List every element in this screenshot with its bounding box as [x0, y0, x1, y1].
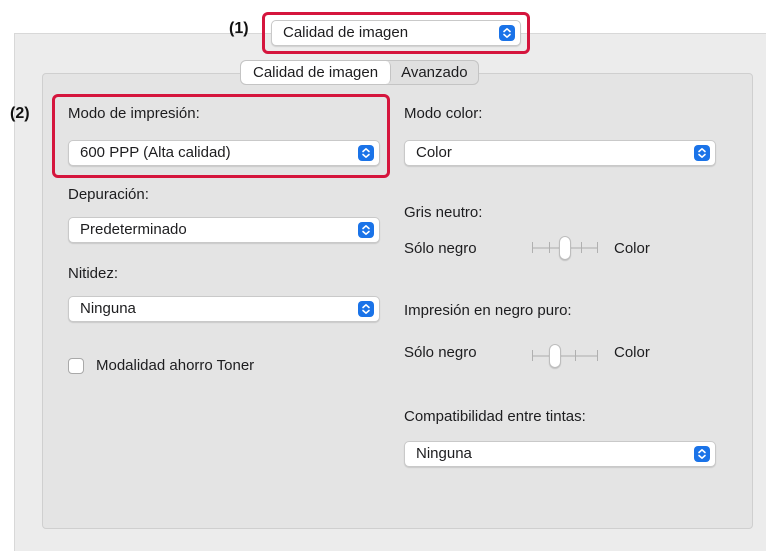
print-mode-value: 600 PPP (Alta calidad)	[80, 144, 231, 161]
slider-thumb[interactable]	[549, 344, 561, 368]
tab-calidad-de-imagen[interactable]: Calidad de imagen	[241, 61, 392, 84]
slider-thumb[interactable]	[559, 236, 571, 260]
ink-compat-value: Ninguna	[416, 445, 472, 462]
pure-black-min-label: Sólo negro	[404, 344, 477, 361]
up-down-chevron-icon	[358, 301, 374, 317]
up-down-chevron-icon	[358, 222, 374, 238]
ink-compat-label: Compatibilidad entre tintas:	[404, 408, 586, 425]
section-popup[interactable]: Calidad de imagen	[271, 20, 521, 46]
tab-bar: Calidad de imagen Avanzado	[240, 60, 479, 85]
up-down-chevron-icon	[499, 25, 515, 41]
slider-tick	[532, 350, 533, 361]
callout-label-1: (1)	[229, 20, 249, 37]
slider-tick	[575, 350, 576, 361]
tab-avanzado[interactable]: Avanzado	[391, 61, 477, 84]
color-mode-popup[interactable]: Color	[404, 140, 716, 166]
sharpness-label: Nitidez:	[68, 265, 119, 282]
slider-tick	[581, 242, 582, 253]
print-mode-label: Modo de impresión:	[68, 105, 200, 122]
pure-black-max-label: Color	[614, 344, 650, 361]
sharpness-popup[interactable]: Ninguna	[68, 296, 380, 322]
debug-label: Depuración:	[68, 186, 149, 203]
neutral-gray-max-label: Color	[614, 240, 650, 257]
up-down-chevron-icon	[358, 145, 374, 161]
slider-tick	[549, 242, 550, 253]
pure-black-label: Impresión en negro puro:	[404, 302, 572, 319]
toner-save-checkbox[interactable]	[68, 358, 84, 374]
callout-label-2: (2)	[10, 105, 30, 122]
neutral-gray-min-label: Sólo negro	[404, 240, 477, 257]
slider-tick	[597, 242, 598, 253]
debug-popup[interactable]: Predeterminado	[68, 217, 380, 243]
color-mode-label: Modo color:	[404, 105, 483, 122]
slider-tick	[597, 350, 598, 361]
ink-compat-popup[interactable]: Ninguna	[404, 441, 716, 467]
sharpness-value: Ninguna	[80, 300, 136, 317]
print-mode-popup[interactable]: 600 PPP (Alta calidad)	[68, 140, 380, 166]
toner-save-label: Modalidad ahorro Toner	[96, 357, 255, 374]
neutral-gray-label: Gris neutro:	[404, 204, 483, 221]
section-popup-value: Calidad de imagen	[283, 24, 409, 41]
pure-black-slider[interactable]	[530, 344, 600, 368]
color-mode-value: Color	[416, 144, 452, 161]
debug-value: Predeterminado	[80, 221, 187, 238]
up-down-chevron-icon	[694, 446, 710, 462]
neutral-gray-slider[interactable]	[530, 236, 600, 260]
up-down-chevron-icon	[694, 145, 710, 161]
slider-track	[532, 355, 598, 357]
slider-tick	[532, 242, 533, 253]
